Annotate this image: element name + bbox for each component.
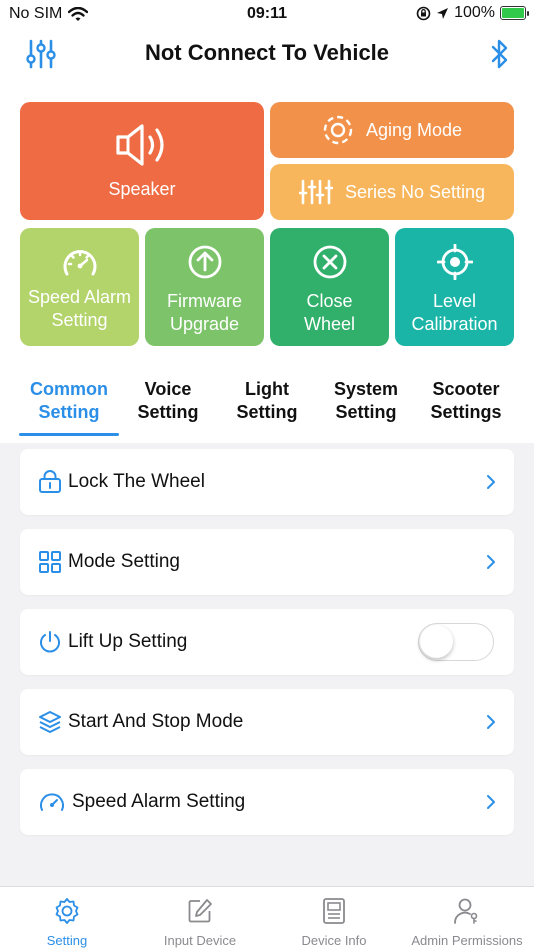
- start-and-stop-mode-row[interactable]: Start And Stop Mode: [20, 689, 514, 755]
- tab-label: Setting: [335, 402, 397, 422]
- tab-system-setting[interactable]: System Setting: [318, 378, 414, 424]
- tab-label: Settings: [430, 402, 502, 422]
- bottom-tab-label: Input Device: [163, 933, 237, 948]
- speedometer-icon: [63, 250, 96, 276]
- lock-icon: [39, 470, 61, 493]
- aging-mode-tile[interactable]: Aging Mode: [270, 102, 514, 158]
- row-label: Speed Alarm Setting: [72, 791, 246, 812]
- power-icon: [40, 631, 60, 653]
- close-circle-icon: [313, 245, 346, 279]
- firmware-line2: Upgrade: [169, 314, 240, 334]
- speed-alarm-line2: Setting: [51, 310, 108, 330]
- top-panel: [0, 0, 534, 443]
- close-wheel-tile[interactable]: Close Wheel: [270, 228, 389, 346]
- gear-icon: [55, 898, 79, 924]
- battery-icon: [500, 6, 529, 20]
- speaker-icon: [116, 123, 164, 166]
- chevron-right-icon: [487, 475, 495, 489]
- settings-tabs: Common Setting Voice Setting Light Setti…: [0, 378, 534, 438]
- bottom-tab-setting[interactable]: Setting: [0, 897, 134, 948]
- bottom-tab-label: Device Info: [301, 933, 367, 948]
- tab-common-setting[interactable]: Common Setting: [19, 378, 119, 424]
- status-bar: No SIM 09:11 100%: [0, 0, 534, 30]
- bottom-tab-label: Setting: [46, 933, 88, 948]
- speaker-label: Speaker: [108, 178, 176, 199]
- row-label: Start And Stop Mode: [68, 711, 244, 732]
- level-cal-line1: Level: [432, 291, 476, 311]
- grid-icon: [39, 551, 61, 573]
- bottom-tab-device-info[interactable]: Device Info: [267, 897, 401, 948]
- bluetooth-icon[interactable]: [490, 38, 510, 75]
- document-icon: [323, 898, 345, 924]
- speed-alarm-line1: Speed Alarm: [27, 287, 132, 307]
- series-no-tile[interactable]: Series No Setting: [270, 164, 514, 220]
- bottom-tab-admin-permissions[interactable]: Admin Permissions: [400, 897, 534, 948]
- bottom-tab-label: Admin Permissions: [411, 933, 523, 948]
- aging-mode-label: Aging Mode: [365, 119, 463, 140]
- tab-label: Setting: [137, 402, 199, 422]
- speed-alarm-tile[interactable]: Speed Alarm Setting: [20, 228, 139, 346]
- tab-voice-setting[interactable]: Voice Setting: [120, 378, 216, 424]
- close-wheel-label: Close Wheel: [304, 290, 355, 336]
- upload-icon: [188, 245, 221, 279]
- crosshair-icon: [436, 244, 473, 280]
- chevron-right-icon: [487, 715, 495, 729]
- tab-label: Setting: [38, 402, 100, 422]
- firmware-label: Firmware Upgrade: [167, 290, 242, 336]
- tab-light-setting[interactable]: Light Setting: [219, 378, 315, 424]
- row-label: Mode Setting: [68, 551, 180, 572]
- tab-label: Light: [245, 379, 289, 399]
- row-label: Lift Up Setting: [68, 631, 188, 652]
- level-cal-line2: Calibration: [411, 314, 498, 334]
- bottom-tab-bar: Setting Input Device Device Info Admin P…: [0, 886, 534, 950]
- toggle-knob: [420, 625, 453, 658]
- battery-percent: 100%: [454, 4, 495, 21]
- chevron-right-icon: [487, 555, 495, 569]
- firmware-line1: Firmware: [167, 291, 242, 311]
- layers-icon: [39, 711, 61, 733]
- lift-up-toggle[interactable]: [418, 623, 494, 661]
- tab-label: Scooter: [432, 379, 500, 399]
- level-cal-label: Level Calibration: [411, 290, 497, 336]
- firmware-upgrade-tile[interactable]: Firmware Upgrade: [145, 228, 264, 346]
- orientation-lock-icon: [416, 6, 431, 20]
- series-no-label: Series No Setting: [344, 181, 486, 202]
- lift-up-setting-row: Lift Up Setting: [20, 609, 514, 675]
- page-title: Not Connect To Vehicle: [144, 40, 390, 65]
- row-label: Lock The Wheel: [68, 471, 205, 492]
- tab-active-indicator: [19, 433, 119, 436]
- speed-alarm-setting-row[interactable]: Speed Alarm Setting: [20, 769, 514, 835]
- close-wheel-line1: Close: [306, 291, 353, 311]
- tab-label: System: [333, 379, 399, 399]
- tab-label: Common: [30, 379, 108, 399]
- chevron-right-icon: [487, 795, 495, 809]
- speedometer-icon: [40, 793, 64, 811]
- equalizer-icon: [298, 179, 333, 205]
- bottom-tab-input-device[interactable]: Input Device: [133, 897, 267, 948]
- tab-label: Setting: [236, 402, 298, 422]
- location-icon: [437, 7, 449, 19]
- speaker-tile[interactable]: Speaker: [20, 102, 264, 220]
- level-calibration-tile[interactable]: Level Calibration: [395, 228, 514, 346]
- user-key-icon: [454, 898, 478, 924]
- status-right: 100%: [416, 4, 529, 22]
- close-wheel-line2: Wheel: [303, 314, 356, 334]
- aging-icon: [323, 115, 353, 145]
- mode-setting-row[interactable]: Mode Setting: [20, 529, 514, 595]
- tab-label: Voice: [144, 379, 192, 399]
- speed-alarm-label: Speed Alarm Setting: [28, 286, 131, 332]
- edit-icon: [188, 899, 212, 923]
- tab-scooter-settings[interactable]: Scooter Settings: [416, 378, 516, 424]
- lock-the-wheel-row[interactable]: Lock The Wheel: [20, 449, 514, 515]
